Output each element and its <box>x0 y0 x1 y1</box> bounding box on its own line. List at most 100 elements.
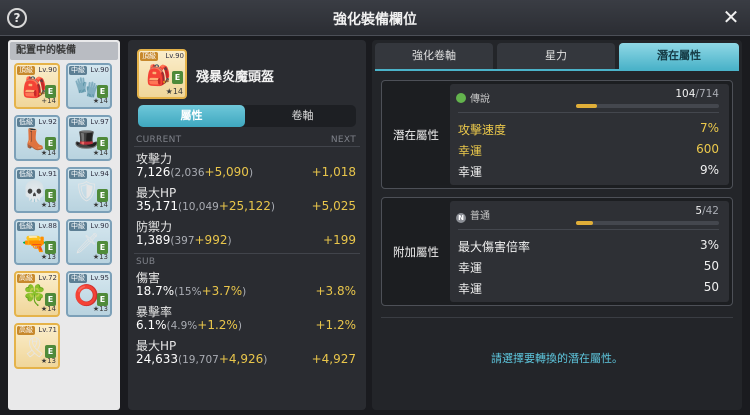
slot-star-count: ★13 <box>92 305 108 313</box>
slot-star-count: ★13 <box>92 253 108 261</box>
stat-current-value: 6.1%(4.9%+1.2%) <box>136 318 242 332</box>
equipped-items-panel: 配置中的裝備 頂級 Lv.90 🎒 E +14 中級 Lv.90 🧤 E ★14 低級 Lv.92 👢 E… <box>8 40 120 410</box>
potential-line: 幸運 50 <box>458 259 719 275</box>
stat-base: (397 <box>170 235 195 247</box>
tier-badge: 中級 <box>69 170 87 179</box>
equipment-slot[interactable]: 高級 Lv.71 🎗 E ★13 <box>14 323 60 369</box>
potential-progress-max: /714 <box>695 88 719 100</box>
stat-paren-close: ) <box>242 286 247 298</box>
equipment-slot[interactable]: 中級 Lv.90 🧤 E ★14 <box>66 63 112 109</box>
window-title: 強化裝備欄位 <box>333 12 417 28</box>
tier-badge: 頂級 <box>17 66 35 75</box>
stat-total: 1,389 <box>136 233 171 247</box>
slot-level: Lv.92 <box>38 118 57 126</box>
stat-bonus: +4,926 <box>218 352 264 366</box>
tab-attributes[interactable]: 屬性 <box>138 105 245 127</box>
equipment-slot[interactable]: 低級 Lv.92 👢 E ★14 <box>14 115 60 161</box>
stat-total: 24,633 <box>136 352 178 366</box>
leaf-icon <box>456 93 466 103</box>
slot-level: Lv.88 <box>38 222 57 230</box>
item-stats-panel: 頂級 Lv.90 🎒 E ★14 殘暴炎魔頭盔 屬性 卷軸 CURRENT NE… <box>128 40 366 410</box>
stat-current-value: 24,633(19,707+4,926) <box>136 352 267 366</box>
slot-level: Lv.95 <box>90 274 109 282</box>
potential-line: 最大傷害倍率 3% <box>458 238 719 254</box>
potential-line-name: 幸運 <box>458 261 483 275</box>
equipment-slot[interactable]: 高級 Lv.72 🍀 E ★14 <box>14 271 60 317</box>
potential-label: 潛在屬性 <box>393 128 439 142</box>
tier-badge: 低級 <box>17 222 35 231</box>
additional-grade-name: 普通 <box>470 211 490 222</box>
equipped-items-header: 配置中的裝備 <box>10 42 118 60</box>
potential-grade: 傳說 <box>456 90 490 105</box>
additional-potential-box[interactable]: 附加屬性 N 普通 5/42 最大傷害倍率 3% 幸運 50 幸運 50 <box>381 197 733 306</box>
item-name: 殘暴炎魔頭盔 <box>196 70 275 85</box>
additional-progress-max: /42 <box>702 205 719 217</box>
stat-total: 18.7% <box>136 284 175 298</box>
tab-potential[interactable]: 潛在屬性 <box>619 43 739 69</box>
potential-line: 幸運 600 <box>458 142 719 158</box>
equipment-slot[interactable]: 中級 Lv.95 ⭕ E ★13 <box>66 271 112 317</box>
potential-line: 幸運 50 <box>458 280 719 296</box>
equipment-slot[interactable]: 中級 Lv.90 🗡 E ★13 <box>66 219 112 265</box>
slot-star-count: ★14 <box>92 97 108 105</box>
item-star-count: ★14 <box>165 87 183 96</box>
stat-next-value: +5,025 <box>311 199 356 213</box>
additional-progress-fill <box>576 221 594 225</box>
header-divider <box>134 146 360 147</box>
equipment-slot[interactable]: 頂級 Lv.90 🎒 E +14 <box>14 63 60 109</box>
equipment-icon: 🧤 <box>74 75 99 99</box>
slot-level: Lv.94 <box>90 170 109 178</box>
stat-base: (4.9% <box>166 320 198 332</box>
potential-progress-counter: 104/714 <box>675 88 719 100</box>
equipment-icon: 🔫 <box>22 231 47 255</box>
stat-base: (10,049 <box>178 201 219 213</box>
sub-divider <box>134 253 360 254</box>
slot-star-count: ★13 <box>40 201 56 209</box>
slot-star-count: ★14 <box>40 305 56 313</box>
additional-progress-bar <box>576 221 719 225</box>
potential-line: 幸運 9% <box>458 163 719 179</box>
equipment-icon: 🍀 <box>22 283 47 307</box>
stat-paren-close: ) <box>263 354 268 366</box>
stat-next-value: +1,018 <box>311 165 356 179</box>
item-tier-badge: 頂級 <box>140 52 158 61</box>
item-level: Lv.90 <box>165 52 184 60</box>
tab-enhance-scroll[interactable]: 強化卷軸 <box>375 43 493 69</box>
stat-next-value: +3.8% <box>315 284 356 298</box>
slot-level: Lv.91 <box>38 170 57 178</box>
normal-grade-icon: N <box>456 213 466 223</box>
slot-star-count: ★13 <box>40 357 56 365</box>
equipment-icon: 👢 <box>22 127 47 151</box>
next-column-header: NEXT <box>330 135 356 145</box>
slot-level: Lv.71 <box>38 326 57 334</box>
equipment-slot[interactable]: 中級 Lv.97 🎩 E ★14 <box>66 115 112 161</box>
stat-total: 7,126 <box>136 165 171 179</box>
enhance-panel: 強化卷軸 星力 潛在屬性 潛在屬性 傳說 104/714 攻擊速度 7% 幸運 600… <box>372 40 742 410</box>
potential-progress-value: 104 <box>675 88 696 100</box>
sub-column-header: SUB <box>136 257 156 267</box>
equipment-icon: 🗡 <box>74 231 100 255</box>
equipment-slot[interactable]: 中級 Lv.94 🛡 E ★14 <box>66 167 112 213</box>
slot-level: Lv.90 <box>38 66 57 74</box>
tier-badge: 低級 <box>17 118 35 127</box>
stat-current-value: 1,389(397+992) <box>136 233 232 247</box>
stat-next-value: +4,927 <box>311 352 356 366</box>
current-column-header: CURRENT <box>136 135 182 145</box>
potential-box[interactable]: 潛在屬性 傳說 104/714 攻擊速度 7% 幸運 600 幸運 9% <box>381 80 733 189</box>
tab-scroll[interactable]: 卷軸 <box>249 105 356 127</box>
stat-paren-close: ) <box>227 235 232 247</box>
close-icon[interactable]: ✕ <box>720 6 742 28</box>
slot-level: Lv.90 <box>90 66 109 74</box>
equipment-slot[interactable]: 低級 Lv.88 🔫 E ★13 <box>14 219 60 265</box>
stat-bonus: +3.7% <box>201 284 243 298</box>
equipment-icon: 💀 <box>22 179 47 203</box>
stat-current-value: 35,171(10,049+25,122) <box>136 199 275 213</box>
slot-star-count: ★14 <box>40 149 56 157</box>
tab-star-force[interactable]: 星力 <box>497 43 615 69</box>
stat-current-value: 7,126(2,036+5,090) <box>136 165 253 179</box>
equipment-icon: 🎩 <box>74 127 99 151</box>
slot-level: Lv.72 <box>38 274 57 282</box>
potential-line-name: 最大傷害倍率 <box>458 240 531 254</box>
stat-next-value: +1.2% <box>315 318 356 332</box>
equipment-slot[interactable]: 低級 Lv.91 💀 E ★13 <box>14 167 60 213</box>
